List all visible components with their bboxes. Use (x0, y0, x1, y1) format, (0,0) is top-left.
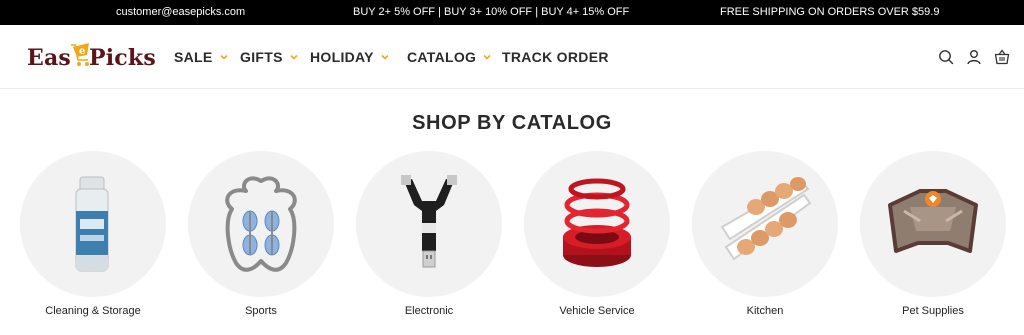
category-label[interactable]: Kitchen (682, 305, 848, 317)
account-icon[interactable] (966, 49, 982, 65)
section-title: SHOP BY CATALOG (412, 112, 612, 134)
cleaner-bottle-icon (75, 176, 109, 272)
nav-sale-label: SALE (174, 49, 213, 65)
nav-catalog-label: CATALOG (407, 49, 477, 65)
chevron-down-icon (381, 54, 389, 60)
logo-text-left: Eas (27, 45, 72, 71)
category-kitchen[interactable]: Kitchen (692, 151, 838, 317)
dog-harness-icon (888, 189, 978, 253)
category-image (188, 151, 334, 297)
support-email[interactable]: customer@easepicks.com (116, 6, 245, 18)
category-vehicle-service[interactable]: Vehicle Service (524, 151, 670, 317)
site-logo[interactable]: Eas e Picks (27, 41, 157, 75)
category-label[interactable]: Pet Supplies (850, 305, 1016, 317)
nav-holiday-label: HOLIDAY (310, 49, 374, 65)
promo-text: BUY 2+ 5% OFF | BUY 3+ 10% OFF | BUY 4+ … (353, 6, 630, 18)
chevron-down-icon (290, 54, 298, 60)
category-label[interactable]: Electronic (346, 305, 512, 317)
nav-catalog[interactable]: CATALOG (407, 49, 492, 65)
category-image (860, 151, 1006, 297)
category-label[interactable]: Vehicle Service (514, 305, 680, 317)
card-reader-icon (401, 175, 457, 268)
category-electronic[interactable]: Electronic (356, 151, 502, 317)
logo-text-right: Picks (89, 45, 156, 71)
nav-gifts[interactable]: GIFTS (240, 49, 299, 65)
category-cleaning-storage[interactable]: Cleaning & Storage (20, 151, 166, 317)
car-aroma-diffuser-icon (563, 178, 631, 267)
egg-dispenser-icon (720, 177, 812, 261)
search-icon[interactable] (938, 49, 954, 65)
site-header: Eas e Picks SALE GIFTS HOLIDAY CATALOG T… (0, 25, 1024, 89)
category-label[interactable]: Cleaning & Storage (10, 305, 176, 317)
category-image (692, 151, 838, 297)
chevron-down-icon (483, 54, 491, 60)
announcement-bar: customer@easepicks.com BUY 2+ 5% OFF | B… (0, 0, 1024, 25)
shipping-text: FREE SHIPPING ON ORDERS OVER $59.9 (720, 6, 940, 18)
nav-sale[interactable]: SALE (174, 49, 229, 65)
category-image (20, 151, 166, 297)
cart-icon[interactable] (994, 49, 1010, 65)
nav-track-order[interactable]: TRACK ORDER (502, 49, 609, 65)
category-label[interactable]: Sports (178, 305, 344, 317)
nav-holiday[interactable]: HOLIDAY (310, 49, 390, 65)
massage-roller-icon (225, 176, 297, 272)
chevron-down-icon (219, 54, 228, 60)
nav-track-order-label: TRACK ORDER (502, 49, 609, 65)
category-pet-supplies[interactable]: Pet Supplies (860, 151, 1006, 317)
nav-gifts-label: GIFTS (240, 49, 283, 65)
category-sports[interactable]: Sports (188, 151, 334, 317)
svg-text:e: e (79, 46, 85, 57)
category-image (356, 151, 502, 297)
category-image (524, 151, 670, 297)
